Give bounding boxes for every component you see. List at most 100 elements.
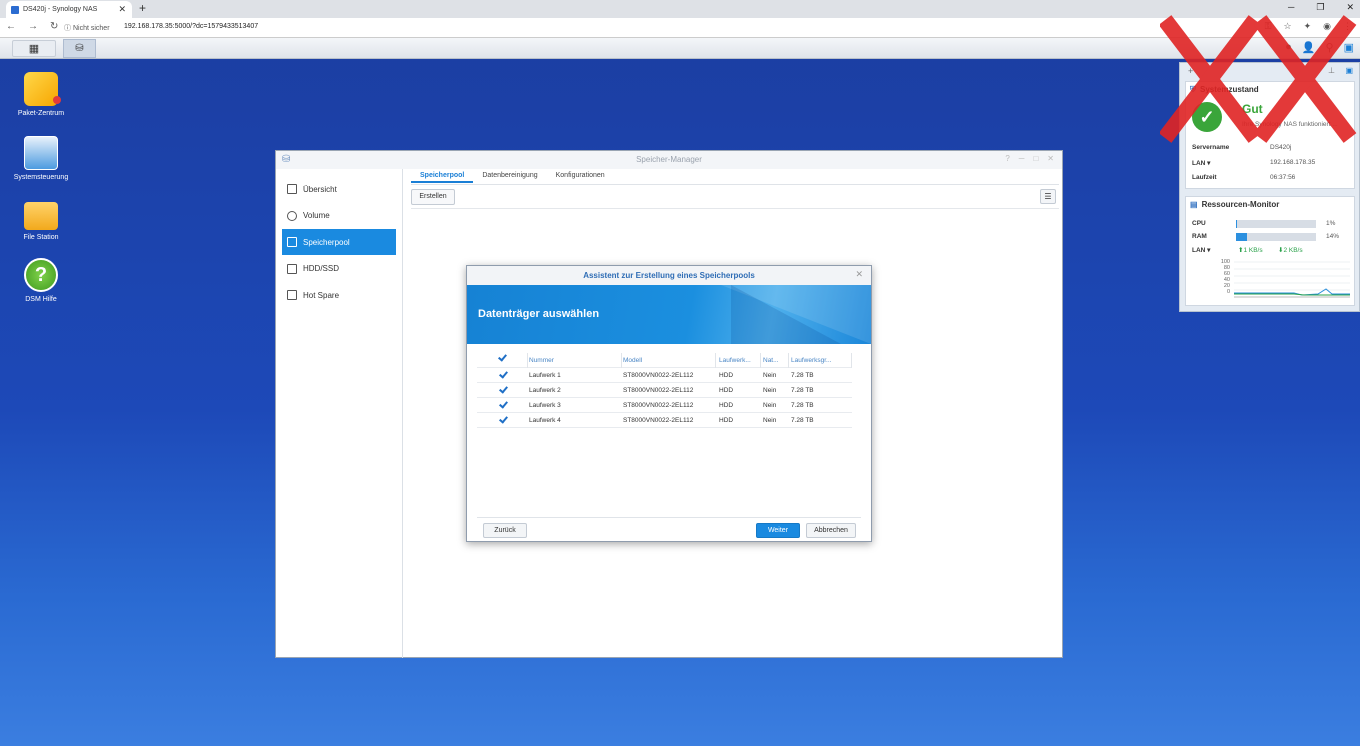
back-button[interactable]: Zurück [483, 523, 527, 538]
cell-type: HDD [719, 401, 734, 409]
cell-size: 7.28 TB [791, 401, 814, 409]
column-header-native[interactable]: Nat... [761, 352, 789, 368]
banner-decoration [731, 285, 841, 344]
network-chart [1234, 261, 1350, 298]
row-checkbox[interactable] [477, 370, 528, 380]
dialog-banner: Datenträger auswählen [467, 285, 871, 344]
dialog-title[interactable]: Assistent zur Erstellung eines Speicherp… [467, 266, 871, 285]
window-title-controls: ? ─ □ ✕ [1005, 154, 1054, 163]
table-row[interactable]: Laufwerk 4 ST8000VN0022-2EL112 HDD Nein … [477, 413, 852, 428]
cpu-bar-fill [1236, 220, 1238, 228]
control-panel-icon [24, 136, 58, 170]
uptime-value: 06:37:56 [1270, 174, 1296, 181]
table-row[interactable]: Laufwerk 1 ST8000VN0022-2EL112 HDD Nein … [477, 368, 852, 383]
create-button[interactable]: Erstellen [411, 189, 455, 205]
folder-icon [24, 202, 58, 230]
disk-table: Nummer Modell Laufwerk... Nat... Laufwer… [477, 352, 852, 428]
uptime-label: Laufzeit [1192, 174, 1217, 181]
back-arrow-icon[interactable]: ← [6, 21, 16, 32]
table-row[interactable]: Laufwerk 2 ST8000VN0022-2EL112 HDD Nein … [477, 383, 852, 398]
row-checkbox[interactable] [477, 400, 528, 410]
cell-native: Nein [763, 371, 777, 379]
url-field[interactable]: 192.168.178.35:5000/?dc=1579433513407 [124, 23, 258, 30]
select-all-checkbox[interactable] [477, 352, 528, 368]
sidebar-item-storage-pool[interactable]: Speicherpool [282, 229, 396, 255]
sidebar-item-label: Übersicht [303, 184, 337, 194]
window-title[interactable]: Speicher-Manager [276, 151, 1062, 169]
new-tab-icon[interactable]: + [139, 1, 146, 15]
sidebar-item-volume[interactable]: Volume [282, 203, 396, 229]
tab-storage-pool[interactable]: Speicherpool [411, 169, 474, 183]
close-window-icon[interactable]: ✕ [1346, 2, 1354, 13]
cell-size: 7.28 TB [791, 371, 814, 379]
checkbox-checked-icon [498, 400, 508, 410]
cpu-bar [1236, 220, 1316, 228]
column-header-number[interactable]: Nummer [528, 352, 622, 368]
table-row[interactable]: Laufwerk 3 ST8000VN0022-2EL112 HDD Nein … [477, 398, 852, 413]
sidebar-item-hdd-ssd[interactable]: HDD/SSD [282, 256, 396, 282]
maximize-icon[interactable]: ❐ [1316, 2, 1324, 13]
chart-y-axis: 100 80 60 40 20 0 [1216, 259, 1230, 295]
sidebar-item-overview[interactable]: Übersicht [282, 176, 396, 202]
checkbox-checked-icon [497, 353, 507, 363]
tab-data-scrubbing[interactable]: Datenbereinigung [473, 169, 546, 183]
minimize-icon[interactable]: ─ [1019, 154, 1025, 163]
cell-model: ST8000VN0022-2EL112 [623, 371, 694, 379]
desktop-icon-control-panel[interactable]: Systemsteuerung [6, 136, 76, 182]
ram-label: RAM [1192, 233, 1207, 240]
upload-value: 1 KB/s [1243, 247, 1263, 254]
row-checkbox[interactable] [477, 415, 528, 425]
minimize-icon[interactable]: ─ [1288, 2, 1294, 13]
nav-buttons: ← → ↻ [6, 21, 58, 32]
sidebar-item-hot-spare[interactable]: Hot Spare [282, 282, 396, 308]
lan-label: LAN [1192, 247, 1206, 254]
close-icon[interactable]: ✕ [1047, 154, 1054, 163]
column-header-drive-type[interactable]: Laufwerk... [716, 352, 761, 368]
help-icon[interactable]: ? [1005, 154, 1009, 163]
taskbar-storage-manager[interactable]: ⛁ [63, 39, 96, 58]
lan-dropdown[interactable]: LAN ▾ [1192, 159, 1210, 167]
cell-model: ST8000VN0022-2EL112 [623, 386, 694, 394]
ram-value: 14% [1326, 233, 1340, 240]
tab-divider [411, 184, 1059, 185]
storage-manager-icon: ⛁ [75, 43, 84, 54]
ram-bar-fill [1236, 233, 1248, 241]
grid-icon: ▦ [28, 43, 40, 55]
lan-value: 192.168.178.35 [1270, 159, 1316, 166]
next-button[interactable]: Weiter [756, 523, 800, 538]
close-tab-icon[interactable]: ✕ [118, 4, 126, 15]
cell-number: Laufwerk 2 [529, 386, 561, 394]
sidebar-item-label: Volume [303, 211, 330, 220]
tab-configurations[interactable]: Konfigurationen [547, 169, 614, 183]
synology-favicon-icon [11, 5, 19, 14]
cell-native: Nein [763, 386, 777, 394]
close-icon[interactable]: ✕ [855, 269, 863, 280]
view-toggle-button[interactable]: ☰ [1040, 189, 1056, 204]
widget-title: Ressourcen-Monitor [1201, 200, 1280, 209]
cpu-label: CPU [1192, 220, 1206, 227]
desktop-icon-file-station[interactable]: File Station [6, 198, 76, 242]
desktop-icon-package-center[interactable]: Paket-Zentrum [6, 72, 76, 118]
lan-dropdown[interactable]: LAN ▾ [1192, 246, 1210, 254]
maximize-icon[interactable]: □ [1033, 154, 1038, 163]
row-checkbox[interactable] [477, 385, 528, 395]
cpu-value: 1% [1326, 220, 1336, 227]
browser-tab-title: DS420j - Synology NAS [23, 6, 98, 13]
desktop-icon-label: File Station [23, 234, 59, 241]
resource-monitor-widget: ▤ Ressourcen-Monitor CPU 1% RAM 14% LAN … [1185, 196, 1355, 306]
column-header-size[interactable]: Laufwerksgr... [789, 352, 852, 368]
list-view-icon: ☰ [1044, 192, 1052, 201]
servername-value: DS420j [1270, 144, 1292, 151]
security-label: Nicht sicher [72, 25, 110, 32]
forward-arrow-icon[interactable]: → [28, 21, 38, 32]
security-indicator[interactable]: ⓘ Nicht sicher [64, 23, 110, 33]
cancel-button[interactable]: Abbrechen [806, 523, 856, 538]
reload-icon[interactable]: ↻ [50, 21, 58, 32]
download-value: 2 KB/s [1283, 247, 1303, 254]
column-header-model[interactable]: Modell [622, 352, 716, 368]
desktop-icon-help[interactable]: ? DSM Hilfe [6, 258, 76, 304]
main-menu-button[interactable]: ▦ [12, 40, 56, 57]
browser-tab[interactable]: DS420j - Synology NAS ✕ [6, 1, 132, 18]
dialog-heading: Datenträger auswählen [478, 308, 600, 320]
desktop-icon-label: Systemsteuerung [13, 174, 69, 181]
